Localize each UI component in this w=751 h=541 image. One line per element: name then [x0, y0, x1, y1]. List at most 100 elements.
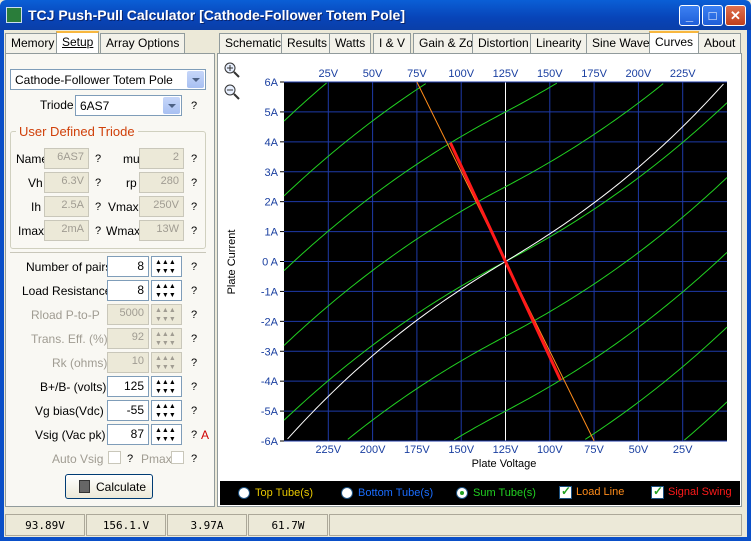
name-field: 6AS7 — [44, 148, 89, 169]
bottom-tubes-label: Bottom Tube(s) — [358, 487, 434, 499]
auto-vsig-checkbox[interactable] — [108, 451, 121, 464]
tab-memory[interactable]: Memory — [5, 33, 61, 53]
help-icon[interactable]: ? — [191, 261, 197, 273]
help-icon[interactable]: ? — [95, 201, 101, 213]
rp-field: 280 — [139, 172, 184, 193]
vh-field: 6.3V — [44, 172, 89, 193]
help-icon[interactable]: ? — [127, 453, 133, 465]
top-tubes-radio[interactable] — [238, 487, 250, 499]
x-axis-label: Plate Voltage — [472, 458, 537, 470]
help-icon[interactable]: ? — [191, 177, 197, 189]
vsig-flag: A — [201, 428, 210, 442]
rk-label: Rk (ohms) — [52, 356, 108, 370]
help-icon[interactable]: ? — [191, 225, 197, 237]
bplus-spinner[interactable]: ▲▲▲ ▼▼▼ — [151, 376, 182, 397]
pmax-label: Pmax — [141, 452, 172, 466]
help-icon[interactable]: ? — [191, 100, 197, 112]
x-bottom-tick-label: 150V — [448, 444, 474, 456]
tab-setup[interactable]: Setup — [56, 31, 100, 53]
help-icon[interactable]: ? — [95, 177, 101, 189]
triode-label: Triode — [40, 98, 74, 112]
signal-swing-checkbox[interactable] — [651, 484, 664, 499]
y-axis-label: Plate Current — [226, 230, 238, 295]
mu-field: 2 — [139, 148, 184, 169]
close-button[interactable]: ✕ — [725, 5, 746, 26]
help-icon[interactable]: ? — [191, 333, 197, 345]
chevron-down-icon — [187, 71, 204, 88]
tab-distortion[interactable]: Distortion — [472, 33, 535, 53]
y-tick-label: -4A — [261, 376, 279, 388]
tab-i-v[interactable]: I & V — [373, 33, 412, 53]
help-icon[interactable]: ? — [191, 405, 197, 417]
y-tick-label: 5A — [265, 107, 279, 119]
divider — [10, 252, 206, 253]
bplus-label: B+/B- (volts) — [40, 380, 107, 394]
tab-about[interactable]: About — [698, 33, 742, 53]
minimize-button[interactable]: _ — [679, 5, 700, 26]
window-frame — [0, 537, 751, 541]
y-tick-label: 1A — [265, 227, 279, 239]
help-icon[interactable]: ? — [191, 285, 197, 297]
pmax-checkbox[interactable] — [171, 451, 184, 464]
x-top-tick-label: 125V — [493, 68, 519, 80]
help-icon[interactable]: ? — [191, 429, 197, 441]
help-icon[interactable]: ? — [191, 309, 197, 321]
help-icon[interactable]: ? — [95, 153, 101, 165]
tab-curves[interactable]: Curves — [649, 31, 700, 53]
number-of-pairs-spinner[interactable]: ▲▲▲ ▼▼▼ — [151, 256, 182, 277]
bplus-input[interactable]: 125 — [107, 376, 149, 397]
maximize-button[interactable]: □ — [702, 5, 723, 26]
help-icon[interactable]: ? — [191, 357, 197, 369]
vsig-input[interactable]: 87 — [107, 424, 149, 445]
tab-schematic[interactable]: Schematic — [219, 33, 288, 53]
vg-bias-spinner[interactable]: ▲▲▲ ▼▼▼ — [151, 400, 182, 421]
plate-curves-chart: 25V 50V 75V 100V 125V 150V 175V 200V 225V 225V 20… — [226, 68, 728, 470]
x-bottom-tick-label: 100V — [537, 444, 563, 456]
x-bottom-tick-label: 25V — [673, 444, 693, 456]
x-bottom-tick-label: 225V — [315, 444, 341, 456]
help-icon[interactable]: ? — [95, 225, 101, 237]
topology-select[interactable]: Cathode-Follower Totem Pole — [10, 69, 206, 90]
sum-tubes-label: Sum Tube(s) — [473, 487, 536, 499]
tab-results[interactable]: Results — [281, 33, 334, 53]
vg-bias-input[interactable]: -55 — [107, 400, 149, 421]
load-line-checkbox[interactable] — [559, 484, 572, 499]
bottom-tubes-radio[interactable] — [341, 487, 353, 499]
tab-gain-zo[interactable]: Gain & Zo — [413, 33, 480, 53]
help-icon[interactable]: ? — [191, 153, 197, 165]
y-tick-label: -1A — [261, 286, 279, 298]
help-icon[interactable]: ? — [191, 381, 197, 393]
tab-linearity[interactable]: Linearity — [530, 33, 588, 53]
ih-label: Ih — [31, 200, 42, 214]
load-resistance-input[interactable]: 8 — [107, 280, 149, 301]
rload-input: 5000 — [107, 304, 149, 325]
x-bottom-tick-label: 200V — [360, 444, 386, 456]
x-top-tick-label: 175V — [581, 68, 607, 80]
x-bottom-tick-label: 125V — [493, 444, 519, 456]
sum-tubes-radio[interactable] — [456, 487, 468, 499]
rk-input: 10 — [107, 352, 149, 373]
vmax-field: 250V — [139, 196, 184, 217]
top-tubes-label: Top Tube(s) — [255, 487, 314, 499]
tab-array-options[interactable]: Array Options — [100, 33, 186, 53]
tab-sine-wave[interactable]: Sine Wave — [586, 33, 656, 53]
trans-eff-spinner: ▲▲▲ ▼▼▼ — [151, 328, 182, 349]
help-icon[interactable]: ? — [191, 201, 197, 213]
trans-eff-input: 92 — [107, 328, 149, 349]
vh-label: Vh — [28, 176, 43, 190]
help-icon[interactable]: ? — [191, 453, 197, 465]
triode-select[interactable]: 6AS7 — [75, 95, 182, 116]
x-top-tick-label: 75V — [407, 68, 427, 80]
wmax-label: Wmax — [106, 224, 140, 238]
calculate-button[interactable]: Calculate — [65, 474, 153, 499]
number-of-pairs-input[interactable]: 8 — [107, 256, 149, 277]
x-top-tick-label: 50V — [363, 68, 383, 80]
load-resistance-spinner[interactable]: ▲▲▲ ▼▼▼ — [151, 280, 182, 301]
y-tick-label: -3A — [261, 346, 279, 358]
vsig-spinner[interactable]: ▲▲▲ ▼▼▼ — [151, 424, 182, 445]
tab-watts[interactable]: Watts — [329, 33, 372, 53]
auto-vsig-label: Auto Vsig — [52, 452, 104, 466]
imax-label: Imax — [18, 224, 45, 238]
x-top-tick-label: 25V — [319, 68, 339, 80]
number-of-pairs-label: Number of pairs — [26, 260, 112, 274]
